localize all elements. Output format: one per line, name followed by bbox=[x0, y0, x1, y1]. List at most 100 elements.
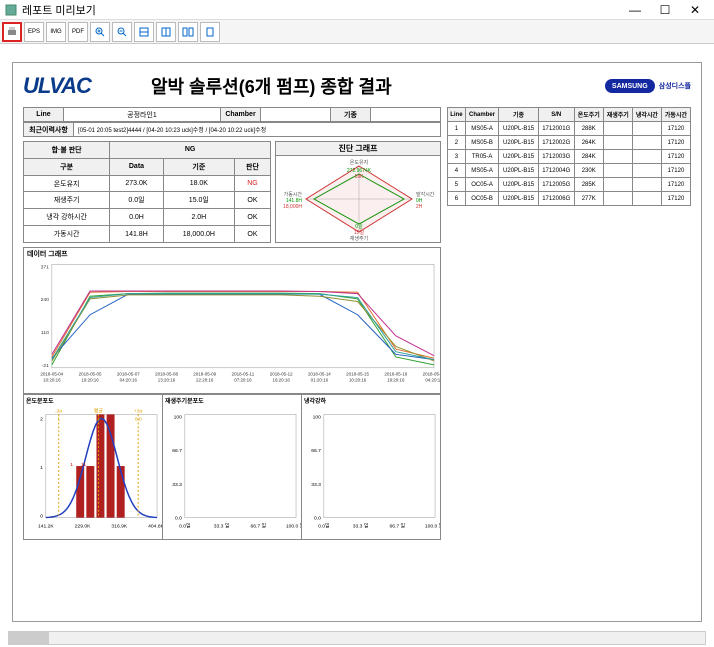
eps-button[interactable]: EPS bbox=[24, 22, 44, 42]
hist-h: 최근이력사항 bbox=[24, 123, 74, 137]
svg-text:404.8K: 404.8K bbox=[148, 524, 162, 530]
svg-text:2018-05-04: 2018-05-04 bbox=[40, 372, 63, 377]
svg-text:66.7 일: 66.7 일 bbox=[251, 523, 267, 530]
scroll-thumb[interactable] bbox=[9, 632, 49, 644]
radar-box: 진단 그래프 온도유지 272.9674K 18K 발각시간 0H bbox=[275, 141, 441, 243]
svg-text:33.3: 33.3 bbox=[311, 482, 321, 488]
jt-t2: NG bbox=[110, 142, 271, 159]
svg-text:100: 100 bbox=[174, 414, 183, 420]
svg-text:10:20:16: 10:20:16 bbox=[43, 378, 61, 383]
maximize-button[interactable]: ☐ bbox=[650, 3, 680, 17]
report-viewport[interactable]: ULVAC 알박 솔루션(6개 펌프) 종합 결과 SAMSUNG 삼성디스플 … bbox=[0, 44, 714, 644]
small-chart-0: 온도분포도 -3σ1평균2+3σ0.0111210141.2K229.0K316… bbox=[23, 394, 162, 540]
svg-text:온도유지: 온도유지 bbox=[350, 159, 368, 166]
svg-text:01:20:16: 01:20:16 bbox=[311, 378, 329, 383]
samsung-text: 삼성디스플 bbox=[659, 81, 691, 91]
svg-text:2018-05-18: 2018-05-18 bbox=[423, 372, 440, 377]
close-button[interactable]: ✕ bbox=[680, 3, 710, 17]
report-page: ULVAC 알박 솔루션(6개 펌프) 종합 결과 SAMSUNG 삼성디스플 … bbox=[12, 62, 702, 622]
svg-text:1: 1 bbox=[57, 416, 60, 422]
svg-text:141.2K: 141.2K bbox=[38, 524, 54, 530]
minimize-button[interactable]: — bbox=[620, 3, 650, 17]
svg-text:16:20:16: 16:20:16 bbox=[272, 378, 290, 383]
svg-text:66.7 일: 66.7 일 bbox=[390, 523, 406, 530]
print-button[interactable] bbox=[2, 22, 22, 42]
svg-text:371: 371 bbox=[41, 264, 50, 270]
svg-text:2018-05-12: 2018-05-12 bbox=[270, 372, 293, 377]
svg-text:66.7: 66.7 bbox=[172, 448, 182, 454]
info-chamber-v bbox=[261, 108, 331, 122]
svg-text:11: 11 bbox=[81, 462, 86, 468]
pump-summary-table: LineChamber기종S/N온도주기재생주기냉각시간가동시간 1MS05-A… bbox=[447, 107, 691, 206]
svg-text:2018-05-08: 2018-05-08 bbox=[155, 372, 178, 377]
svg-text:1: 1 bbox=[70, 462, 73, 468]
svg-text:0.0: 0.0 bbox=[314, 516, 321, 522]
svg-text:19:20:16: 19:20:16 bbox=[81, 378, 99, 383]
svg-text:07:20:16: 07:20:16 bbox=[234, 378, 252, 383]
svg-text:33.3 일: 33.3 일 bbox=[214, 523, 230, 530]
svg-text:100.0 일: 100.0 일 bbox=[425, 523, 440, 530]
svg-text:평균: 평균 bbox=[94, 407, 104, 414]
svg-text:0: 0 bbox=[40, 514, 43, 520]
info-kind-v bbox=[371, 108, 441, 122]
svg-text:2018-05-05: 2018-05-05 bbox=[79, 372, 102, 377]
svg-text:04:20:16: 04:20:16 bbox=[120, 378, 138, 383]
svg-text:13:20:16: 13:20:16 bbox=[158, 378, 176, 383]
data-graph-title: 데이터 그래프 bbox=[24, 248, 440, 260]
fit-width-button[interactable] bbox=[134, 22, 154, 42]
svg-text:22:20:16: 22:20:16 bbox=[196, 378, 214, 383]
small-chart-2: 냉각강하 10066.733.30.00.0일33.3 일66.7 일100.0… bbox=[301, 394, 441, 540]
svg-text:240: 240 bbox=[41, 297, 50, 303]
info-chamber-h: Chamber bbox=[221, 108, 261, 122]
page-title: 알박 솔루션(6개 펌프) 종합 결과 bbox=[91, 73, 605, 99]
info-line-h: Line bbox=[24, 108, 64, 122]
ulvac-logo: ULVAC bbox=[23, 73, 91, 99]
svg-text:1: 1 bbox=[40, 465, 43, 471]
svg-text:18K: 18K bbox=[355, 174, 365, 180]
svg-text:18,000H: 18,000H bbox=[283, 204, 302, 210]
svg-text:33.3: 33.3 bbox=[172, 482, 182, 488]
fit-height-button[interactable] bbox=[156, 22, 176, 42]
svg-text:19:20:16: 19:20:16 bbox=[387, 378, 405, 383]
svg-text:110: 110 bbox=[41, 330, 49, 336]
svg-text:66.7: 66.7 bbox=[311, 448, 321, 454]
svg-text:재생주기: 재생주기 bbox=[350, 235, 368, 242]
history-table: 최근이력사항 [05-01 20:05 test2]4444 / [04-20 … bbox=[23, 122, 441, 137]
svg-text:229.0K: 229.0K bbox=[75, 524, 91, 530]
zoom-in-button[interactable] bbox=[90, 22, 110, 42]
img-button[interactable]: IMG bbox=[46, 22, 66, 42]
main-chart: 371 240 110 -21 2018-05-0410:20:16 2018-05-0… bbox=[24, 260, 440, 390]
svg-text:0.0: 0.0 bbox=[135, 416, 142, 422]
jt-t1: 합·불 판단 bbox=[24, 142, 110, 159]
svg-text:2: 2 bbox=[40, 416, 43, 422]
svg-text:2018-05-11: 2018-05-11 bbox=[232, 372, 255, 377]
small-chart-1: 재생주기분포도 10066.733.30.00.0일33.3 일66.7 일10… bbox=[162, 394, 301, 540]
judge-table: 합·불 판단 NG 구분Data기준판단 온도유지273.0K18.0KNG재생… bbox=[23, 141, 271, 243]
samsung-logo: SAMSUNG bbox=[605, 79, 655, 93]
pdf-button[interactable]: PDF bbox=[68, 22, 88, 42]
svg-text:0일: 0일 bbox=[355, 223, 363, 230]
svg-text:2018-05-07: 2018-05-07 bbox=[117, 372, 140, 377]
svg-text:-3σ: -3σ bbox=[55, 408, 63, 414]
hist-v: [05-01 20:05 test2]4444 / [04-20 10:23 u… bbox=[74, 123, 441, 137]
info-table: Line 공정라인1 Chamber 기종 bbox=[23, 107, 441, 122]
zoom-out-button[interactable] bbox=[112, 22, 132, 42]
small-charts: 온도분포도 -3σ1평균2+3σ0.0111210141.2K229.0K316… bbox=[23, 394, 441, 540]
svg-text:15일: 15일 bbox=[354, 229, 365, 236]
svg-text:100: 100 bbox=[313, 414, 322, 420]
horizontal-scrollbar[interactable] bbox=[8, 631, 706, 645]
single-page-button[interactable] bbox=[200, 22, 220, 42]
two-page-button[interactable] bbox=[178, 22, 198, 42]
title-bar: 레포트 미리보기 — ☐ ✕ bbox=[0, 0, 714, 20]
svg-text:발각시간: 발각시간 bbox=[416, 191, 435, 198]
toolbar: EPS IMG PDF bbox=[0, 20, 714, 44]
svg-text:-21: -21 bbox=[42, 363, 49, 369]
svg-text:0.0일: 0.0일 bbox=[318, 523, 330, 530]
radar-chart: 온도유지 272.9674K 18K 발각시간 0H 2H 재생주기 0일 15… bbox=[276, 156, 440, 242]
svg-text:04:20:16: 04:20:16 bbox=[425, 378, 440, 383]
svg-text:가동시간: 가동시간 bbox=[284, 191, 303, 198]
svg-text:0.0일: 0.0일 bbox=[179, 523, 191, 530]
info-line-v: 공정라인1 bbox=[64, 108, 221, 122]
info-kind-h: 기종 bbox=[331, 108, 371, 122]
window-title: 레포트 미리보기 bbox=[22, 2, 620, 18]
